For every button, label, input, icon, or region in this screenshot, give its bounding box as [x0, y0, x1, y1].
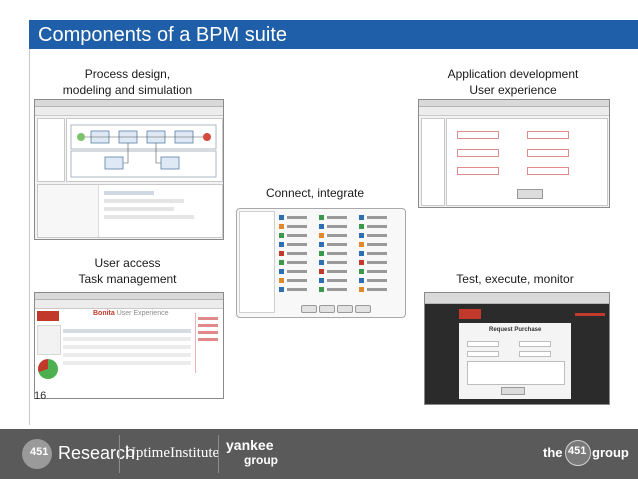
footer-bar: 451 Research UptimeInstitute yankee grou…: [0, 429, 638, 479]
test-monitor-screenshot: Request Purchase: [424, 292, 610, 405]
browser-chrome: [425, 293, 609, 304]
yankee-label: yankee: [226, 437, 274, 453]
window-toolbar: [419, 107, 609, 116]
process-design-caption-2: modeling and simulation: [62, 83, 193, 97]
process-design-screenshot: [34, 99, 224, 240]
status-link: [575, 313, 605, 316]
user-access-caption-2: Task management: [78, 272, 177, 286]
start-event: [77, 133, 85, 141]
task-list: [63, 325, 191, 393]
inbox-nav: [37, 325, 61, 355]
connector-column: [279, 215, 307, 292]
properties-panel: [37, 184, 223, 238]
connector-categories: [239, 211, 275, 313]
bonita-logo: [37, 311, 59, 321]
slide-title: Components of a BPM suite: [38, 24, 288, 46]
purchase-form: Request Purchase: [459, 323, 571, 399]
process-design-caption-1: Process design,: [84, 67, 171, 81]
window-titlebar: [419, 100, 609, 107]
right-panel: [195, 313, 220, 373]
task: [160, 156, 180, 170]
form-field: [527, 149, 569, 157]
connector-column: [319, 215, 347, 292]
window-toolbar: [35, 107, 223, 116]
group-suffix-label: group: [592, 445, 629, 460]
form-field: [457, 167, 499, 175]
window-titlebar: [35, 100, 223, 107]
app-name: Bonita: [93, 310, 115, 317]
finish-button: [355, 305, 371, 313]
task-row: [63, 361, 191, 365]
form-canvas: [446, 118, 608, 206]
form-title: Request Purchase: [489, 327, 542, 333]
app-dev-caption-2: User experience: [469, 83, 557, 97]
research-label: Research: [58, 443, 136, 463]
stats-pie: [38, 359, 58, 379]
bonita-logo: [459, 309, 481, 319]
end-event: [203, 133, 211, 141]
app-dev-screenshot: [418, 99, 610, 208]
slide-number: 16: [34, 390, 47, 402]
left-rule: [29, 49, 30, 425]
property-row: [104, 207, 174, 211]
sequence-flow: [123, 143, 129, 164]
form-field: [527, 131, 569, 139]
window-toolbar: [35, 300, 223, 309]
property-row: [104, 199, 184, 203]
the-label: the: [543, 445, 563, 460]
footer-divider: [218, 435, 219, 473]
form-field: [457, 131, 499, 139]
properties-tree: [38, 185, 99, 237]
group-label: group: [244, 453, 278, 467]
app-dev-caption-1: Application development: [447, 67, 579, 81]
form-field: [457, 149, 499, 157]
connectors-screenshot: [236, 208, 406, 318]
property-row: [104, 191, 154, 195]
451-logo-number: 451: [30, 446, 49, 458]
451-group-number: 451: [568, 445, 587, 457]
connect-caption: Connect, integrate: [265, 186, 365, 200]
back-button: [301, 305, 317, 313]
window-titlebar: [35, 293, 223, 300]
lane: [70, 150, 217, 178]
palette-panel: [37, 118, 65, 182]
form-submit-button: [517, 189, 543, 199]
form-field: [527, 167, 569, 175]
test-monitor-caption: Test, execute, monitor: [456, 272, 574, 286]
sequence-flow: [155, 143, 161, 164]
connector-column: [359, 215, 387, 292]
user-access-screenshot: Bonita User Experience: [34, 292, 224, 399]
uptime-label: UptimeInstitute: [125, 445, 220, 461]
next-button: [319, 305, 335, 313]
connector-icons: [279, 215, 387, 292]
task-row: [63, 345, 191, 349]
task: [104, 156, 124, 170]
task-row: [63, 337, 191, 341]
task-row: [63, 329, 191, 333]
cancel-button: [337, 305, 353, 313]
widget-palette: [421, 118, 445, 206]
property-row: [104, 215, 194, 219]
app-header: Bonita User Experience: [93, 310, 168, 317]
task-row: [63, 353, 191, 357]
app-subtitle: User Experience: [116, 310, 169, 317]
diagram-canvas: [66, 118, 223, 182]
footer-divider: [119, 435, 120, 473]
connector-grid: [277, 213, 399, 301]
user-access-caption-1: User access: [94, 256, 161, 270]
process-diagram: [70, 124, 217, 178]
